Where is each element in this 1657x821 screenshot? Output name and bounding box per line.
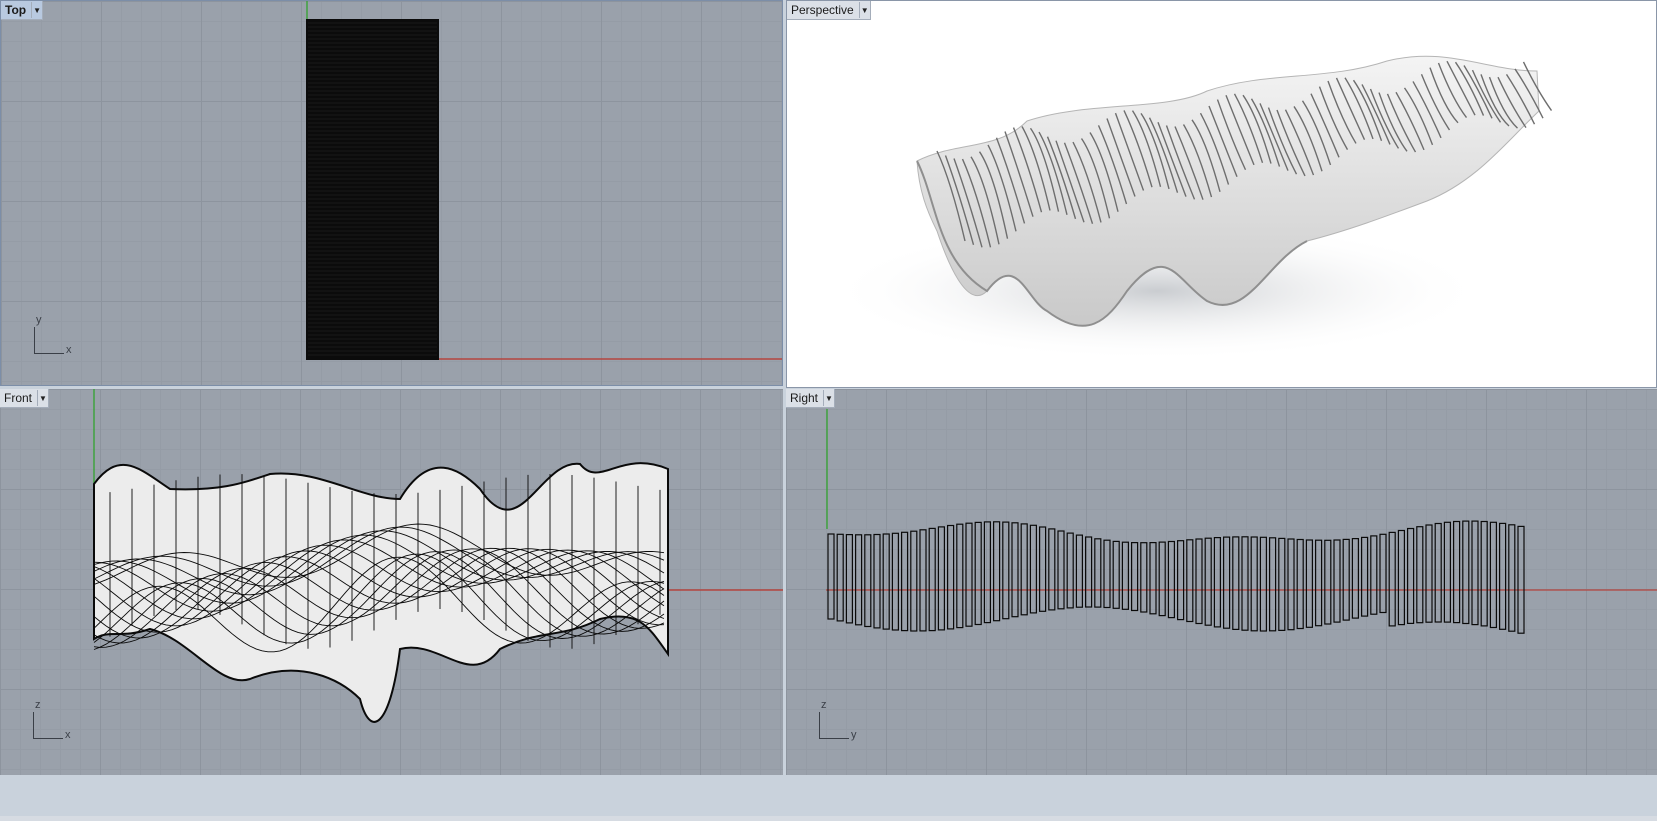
right-geometry (826, 409, 1657, 634)
axis-label-x: x (65, 729, 71, 741)
axis-gizmo-v (33, 712, 34, 738)
viewport-title: Top (5, 3, 27, 17)
chevron-down-icon[interactable]: ▼ (31, 2, 42, 18)
viewport-tab-front[interactable]: Front ▼ (0, 389, 50, 408)
top-geometry (306, 1, 782, 360)
status-bar (0, 816, 1657, 821)
chevron-down-icon[interactable]: ▼ (858, 2, 870, 18)
viewport-right[interactable]: z y Right ▼ (786, 389, 1657, 775)
chevron-down-icon[interactable]: ▼ (37, 390, 48, 406)
viewport-front[interactable]: z x Front ▼ (0, 389, 783, 775)
axis-gizmo-h (33, 738, 63, 739)
axis-label-z: z (821, 699, 827, 711)
axis-label-y: y (36, 314, 42, 326)
axis-gizmo-v (34, 327, 35, 353)
ribs-plan-view (306, 19, 439, 360)
viewport-title: Right (790, 391, 819, 405)
viewport-tab-top[interactable]: Top ▼ (1, 1, 44, 20)
perspective-render (827, 55, 1553, 361)
axis-gizmo-h (34, 353, 64, 354)
axis-label-z: z (35, 699, 41, 711)
ribs-front-elevation (93, 462, 669, 723)
axis-label-x: x (66, 344, 72, 356)
viewport-top[interactable]: y x Top ▼ (0, 0, 783, 386)
front-geometry (93, 389, 783, 723)
axis-gizmo-h (819, 738, 849, 739)
viewport-perspective[interactable]: Perspective ▼ (786, 0, 1657, 388)
viewport-tab-right[interactable]: Right ▼ (786, 389, 836, 408)
chevron-down-icon[interactable]: ▼ (823, 390, 834, 406)
axis-gizmo-v (819, 712, 820, 738)
viewport-title: Perspective (791, 3, 854, 17)
viewport-tab-perspective[interactable]: Perspective ▼ (787, 1, 871, 20)
viewport-title: Front (4, 391, 33, 405)
axis-label-y: y (851, 729, 857, 741)
